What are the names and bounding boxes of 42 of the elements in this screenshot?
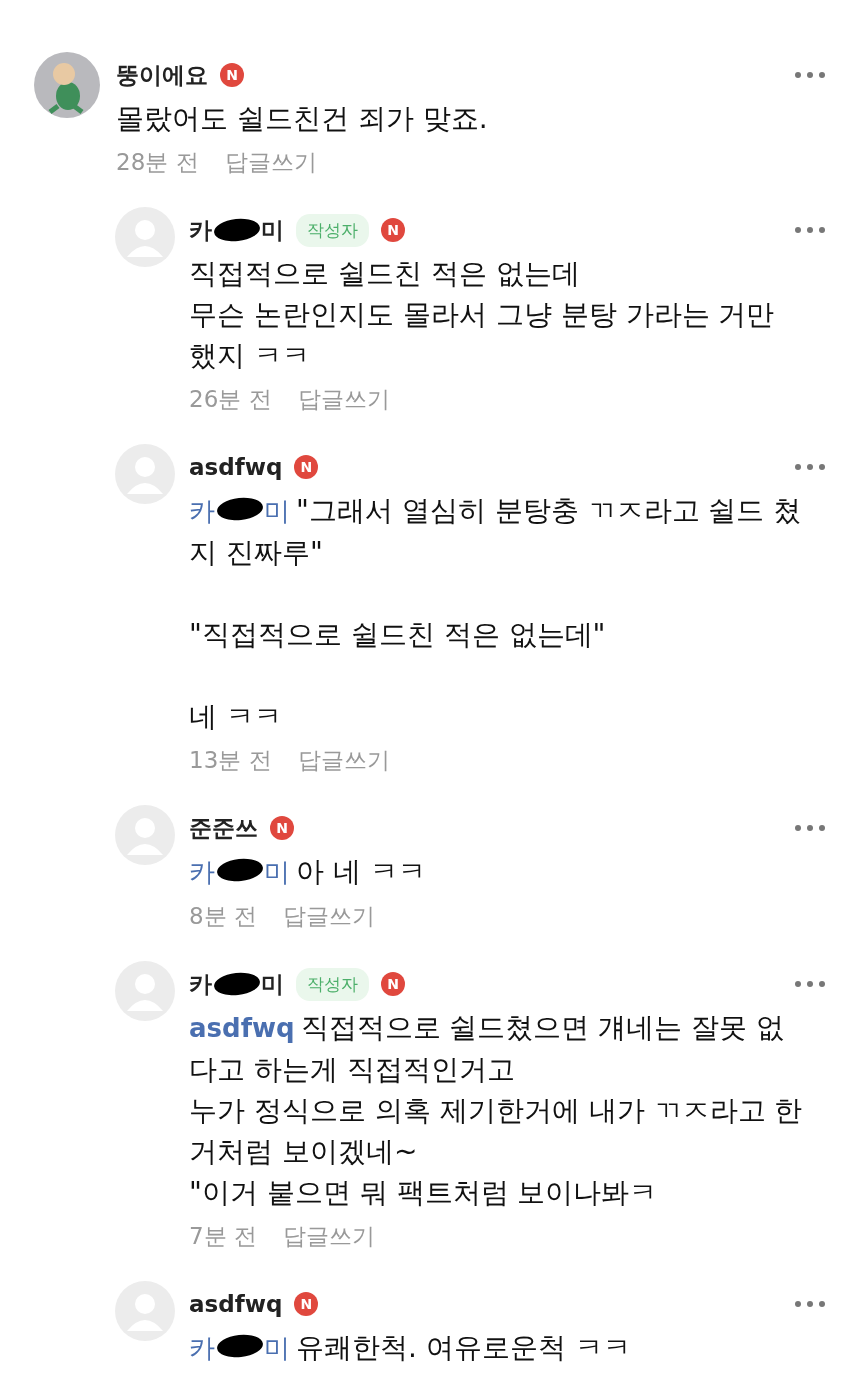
comment-text: asdfwq 직접적으로 쉴드쳤으면 걔네는 잘못 없다고 하는게 직접적인거고 누가 정식으로 의혹 제기한거에 내가 ㄲㅈ라고 한거처럼 보이겠네~ "이거 붙으면 뭐 팩트처럼 보이나봐ㅋ xyxy=(189,1010,804,1211)
more-icon[interactable] xyxy=(794,71,826,79)
reply-link[interactable]: 답글쓰기 xyxy=(224,146,317,178)
comment-time: 26분 전 xyxy=(189,384,272,414)
mention-link[interactable]: 카 미 xyxy=(189,496,290,526)
comment-text: 카 미 "그래서 열심히 분탕충 ㄲㅈ라고 쉴드 쳤지 진짜루" xyxy=(189,493,803,571)
comment-text: 네 ㅋㅋ xyxy=(189,699,283,735)
author-name[interactable]: asdfwq xyxy=(189,454,283,480)
author-name[interactable]: 카 미 xyxy=(189,214,284,246)
reply-link[interactable]: 답글쓰기 xyxy=(282,900,375,932)
new-badge: N xyxy=(270,816,294,840)
mention-link[interactable]: 카 미 xyxy=(189,857,290,887)
new-badge: N xyxy=(381,972,405,996)
comment-text: 카 미 아 네 ㅋㅋ xyxy=(189,854,427,890)
comment-text: "직접적으로 쉴드친 적은 없는데" xyxy=(189,617,607,653)
mention-link[interactable]: asdfwq xyxy=(189,1013,295,1043)
comment-time: 28분 전 xyxy=(116,147,199,177)
new-badge: N xyxy=(294,455,319,479)
reply-link[interactable]: 답글쓰기 xyxy=(282,1220,375,1252)
more-icon[interactable] xyxy=(794,1300,826,1308)
comment-text: 직접적으로 쉴드친 적은 없는데 무슨 논란인지도 몰라서 그냥 분탕 가라는 거만 했지 ㅋㅋ xyxy=(189,256,776,374)
author-name[interactable]: asdfwq xyxy=(189,1291,283,1317)
author-name[interactable]: 뚱이에요 xyxy=(116,59,208,91)
author-name[interactable]: 준준쓰 xyxy=(189,812,258,844)
more-icon[interactable] xyxy=(794,980,826,988)
comment-text: 몰랐어도 쉴드친건 죄가 맞죠. xyxy=(116,101,489,137)
reply-link[interactable]: 답글쓰기 xyxy=(297,383,390,415)
new-badge: N xyxy=(381,218,405,242)
more-icon[interactable] xyxy=(794,226,826,234)
comment-text: 카 미 유쾌한척. 여유로운척 ㅋㅋ xyxy=(189,1330,632,1366)
comment-time: 13분 전 xyxy=(189,745,272,775)
reply-link[interactable]: 답글쓰기 xyxy=(297,744,390,776)
author-badge: 작성자 xyxy=(296,967,369,1001)
author-name[interactable]: 카 미 xyxy=(189,968,284,1000)
new-badge: N xyxy=(220,63,244,87)
mention-link[interactable]: 카 미 xyxy=(189,1333,290,1363)
comment-time: 8분 전 xyxy=(189,901,257,931)
comment-time: 7분 전 xyxy=(189,1221,257,1251)
more-icon[interactable] xyxy=(794,824,826,832)
more-icon[interactable] xyxy=(794,463,826,471)
new-badge: N xyxy=(294,1292,319,1316)
author-badge: 작성자 xyxy=(296,213,369,247)
